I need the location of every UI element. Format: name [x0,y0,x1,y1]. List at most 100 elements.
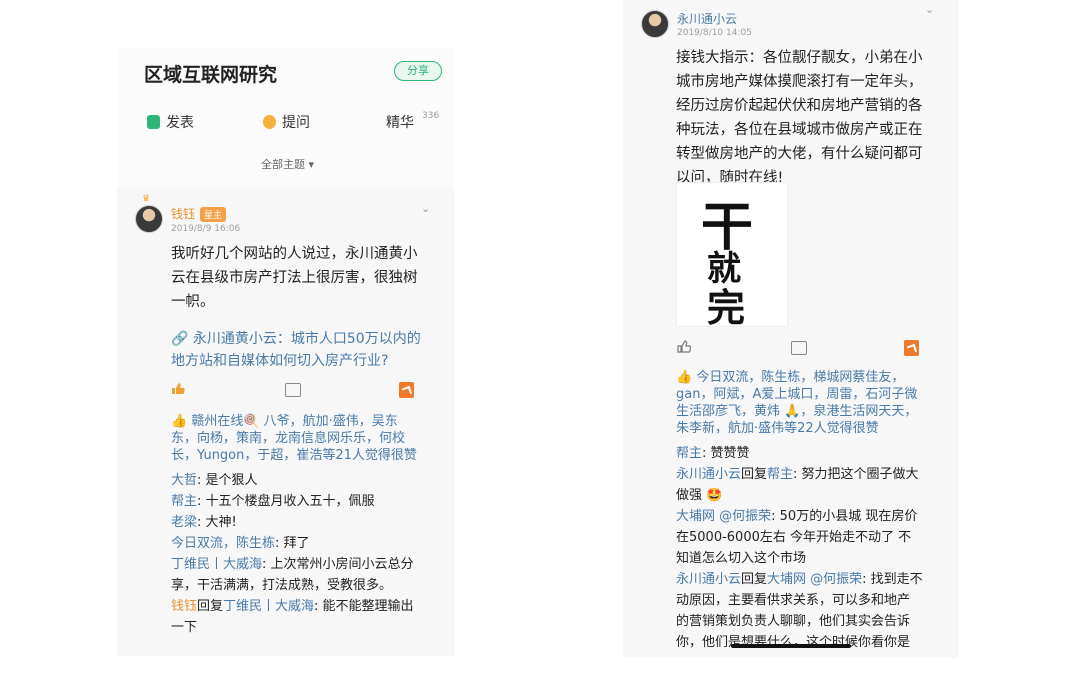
comment-item[interactable]: 永川通小云回复大埔网 @何振荣: 找到走不 [676,569,956,590]
post-time: 2019/8/9 16:06 [171,224,241,234]
post-body: 我听好几个网站的人说过，永川通黄小 云在县级市房产打法上很厉害，很独树 一帜。 [171,242,446,314]
comment-text: 知道怎么切入这个市场 [676,551,807,566]
digest-count: 336 [422,111,440,121]
comment-item-continued: 享，干活满满，打法成熟，受教很多。 [171,575,451,596]
topic-link[interactable]: 🔗 永川通黄小云：城市人口50万以内的 地方站和自媒体如何切入房产行业? [171,328,451,372]
comment-author[interactable]: 钱钰 [171,599,197,614]
comment-item[interactable]: 老梁: 大神! [171,512,451,533]
chevron-down-icon[interactable]: ⌄ [421,202,430,215]
post-body-line: 云在县级市房产打法上很厉害，很独树 [171,270,418,286]
comment-item-continued: 在5000-6000左右 今年开始走不动了 不 [676,527,956,548]
likes-line: 生活邵彦飞，黄炜 🙏，泉港生活网天天， [676,404,918,419]
likes-line: 👍 赣州在线🍭 八爷，航加·盛伟，吴东 [171,414,398,429]
calligraphy-char: 完 [707,285,746,330]
reply-word: 回复 [741,572,768,587]
post-action-button[interactable]: 发表 [147,112,194,132]
comment-author[interactable]: 大哲 [171,473,197,488]
post-body-line: 转型做房地产的大佬，有什么疑问都可 [676,146,923,162]
avatar[interactable] [135,205,163,233]
comment-text: 在5000-6000左右 今年开始走不动了 不 [676,530,912,545]
ask-action-label: 提问 [282,115,310,131]
comment-text: : 拜了 [275,536,310,551]
post-body-line: 经历过房价起起伏伏和房地产营销的各 [676,98,923,114]
comment-author[interactable]: 大埔网 @何振荣 [676,509,771,524]
comment-author[interactable]: 老梁 [171,515,197,530]
post-body-line: 城市房地产媒体摸爬滚打有一定年头， [676,74,923,90]
comment-item-continued: 一下 [171,617,451,638]
comment-item[interactable]: 帮主: 十五个楼盘月收入五十，佩服 [171,491,451,512]
topic-link-line: 地方站和自媒体如何切入房产行业? [171,353,389,369]
comments-list: 大哲: 是个狠人 帮主: 十五个楼盘月收入五十，佩服 老梁: 大神! 今日双流，… [171,470,451,638]
share-icon[interactable] [904,340,919,356]
reply-target[interactable]: 丁维民丨大威海 [223,599,314,614]
comment-item[interactable]: 钱钰回复丁维民丨大威海: 能不能整理输出 [171,596,451,617]
post-action-label: 发表 [166,115,194,131]
comment-author[interactable]: 帮主 [676,446,702,461]
comment-text: : 找到走不 [862,572,923,587]
likes-line: 朱李新，航加·盛伟等22人觉得很赞 [676,421,879,436]
share-icon[interactable] [399,382,414,398]
post-card: ♛ 钱钰 星主 2019/8/9 16:06 ⌄ 我听好几个网站的人说过，永川通… [117,188,454,656]
comment-text: : 大神! [197,515,237,530]
comment-author[interactable]: 永川通小云 [676,467,741,482]
comment-text: 做强 🤩 [676,488,723,503]
comment-item[interactable]: 帮主: 赞赞赞 [676,443,956,464]
chevron-down-icon[interactable]: ⌄ [925,3,934,16]
comment-item[interactable]: 永川通小云回复帮主: 努力把这个圈子做大 [676,464,956,485]
comment-icon[interactable] [791,341,807,355]
comment-author[interactable]: 永川通小云 [676,572,741,587]
comment-text: 动原因，主要看供求关系，可以多和地产 [676,593,911,608]
likes-line: 长，Yungon，于超，崔浩等21人觉得很赞 [171,448,417,463]
calligraphy-image[interactable]: 干 就 完 [676,182,788,330]
likes-line: 东，向杨，策南，龙南信息网乐乐，何校 [171,431,406,446]
comment-item[interactable]: 今日双流，陈生栋: 拜了 [171,533,451,554]
likes-line: 👍 今日双流，陈生栋，梯城网蔡佳友， [676,370,905,385]
role-badge: 星主 [200,207,227,222]
reply-word: 回复 [197,599,224,614]
comment-text: : 赞赞赞 [702,446,750,461]
post-body: 接钱大指示：各位靓仔靓女，小弟在小 城市房地产媒体摸爬滚打有一定年头， 经历过房… [676,46,951,190]
comment-text: : 努力把这个圈子做大 [793,467,919,482]
like-icon[interactable] [171,382,185,395]
post-body-line: 我听好几个网站的人说过，永川通黄小 [171,246,418,262]
comment-item-continued: 你，他们是想要什么，这个时候你看你是 [676,632,956,653]
post-body-line: 种玩法，各位在县域城市做房产或正在 [676,122,923,138]
likes-line: gan，阿斌，A爱上城口，周雷，石河子微 [676,387,918,402]
post-body-line: 一帜。 [171,294,215,310]
comments-list: 帮主: 赞赞赞 永川通小云回复帮主: 努力把这个圈子做大 做强 🤩 大埔网 @何… [676,443,956,653]
comment-text: 一下 [171,620,198,635]
post-time: 2019/8/10 14:05 [677,28,752,38]
reply-target[interactable]: 大埔网 @何振荣 [767,572,862,587]
comment-text: : 能不能整理输出 [314,599,414,614]
comment-icon[interactable] [285,383,301,397]
avatar[interactable] [641,10,669,38]
like-icon[interactable] [677,340,691,353]
comment-item-continued: 动原因，主要看供求关系，可以多和地产 [676,590,956,611]
post-author[interactable]: 永川通小云 [677,10,737,27]
post-pen-icon [147,115,160,129]
ask-action-button[interactable]: 提问 [263,112,310,132]
reply-target[interactable]: 帮主 [767,467,793,482]
lightbulb-icon [263,115,276,129]
topic-filter-dropdown[interactable]: 全部主题 ▾ [261,156,314,172]
left-screen: 区域互联网研究 分享 发表 提问 精华 336 全部主题 ▾ ♛ 钱钰 星主 20… [117,48,454,656]
comment-author[interactable]: 今日双流，陈生栋 [171,536,275,551]
home-indicator[interactable] [731,644,851,648]
post-author[interactable]: 钱钰 [171,205,195,222]
share-button[interactable]: 分享 [394,61,442,81]
post-body-line: 接钱大指示：各位靓仔靓女，小弟在小 [676,50,923,66]
group-header: 区域互联网研究 分享 发表 提问 精华 336 全部主题 ▾ [117,48,454,188]
comment-text: : 十五个楼盘月收入五十，佩服 [197,494,375,509]
group-title: 区域互联网研究 [144,64,278,86]
comment-item[interactable]: 丁维民丨大威海: 上次常州小房间小云总分 [171,554,451,575]
digest-action-button[interactable]: 精华 336 [386,111,440,132]
comment-item[interactable]: 大埔网 @何振荣: 50万的小县城 现在房价 [676,506,956,527]
comment-author[interactable]: 帮主 [171,494,197,509]
comment-item[interactable]: 大哲: 是个狠人 [171,470,451,491]
likes-list: 👍 今日双流，陈生栋，梯城网蔡佳友， gan，阿斌，A爱上城口，周雷，石河子微 … [676,369,956,437]
comment-item-continued: 做强 🤩 [676,485,956,506]
comment-author[interactable]: 丁维民丨大威海 [171,557,262,572]
comment-item-continued: 知道怎么切入这个市场 [676,548,956,569]
right-screen: 永川通小云 2019/8/10 14:05 ⌄ 接钱大指示：各位靓仔靓女，小弟在… [623,0,958,658]
crown-icon: ♛ [142,194,151,204]
